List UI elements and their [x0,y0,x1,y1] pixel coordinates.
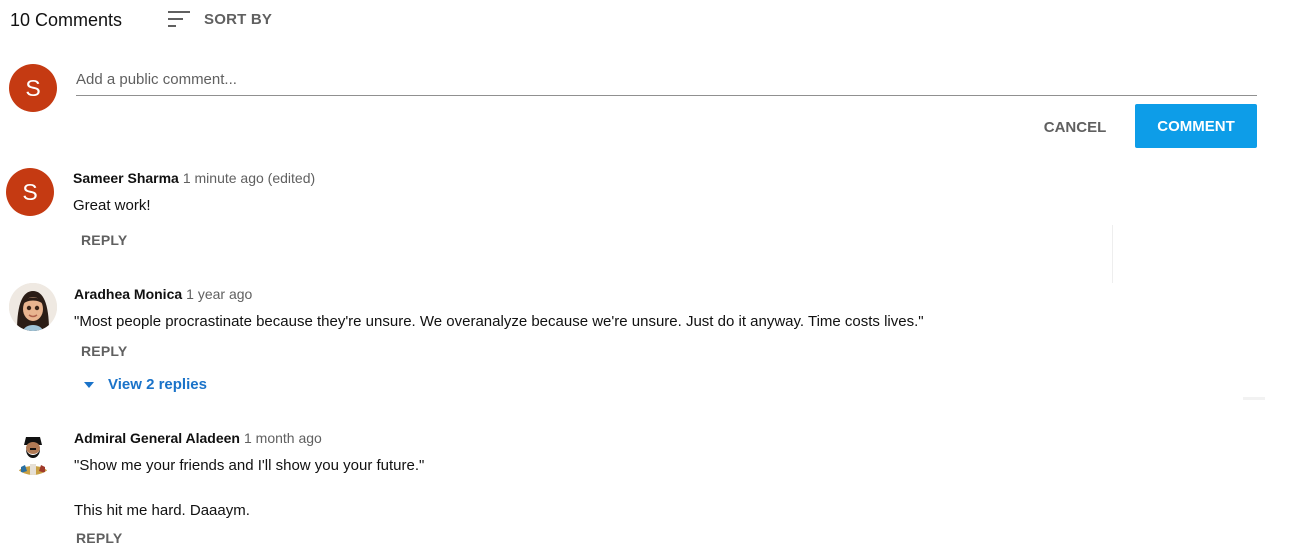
comment-header: Admiral General Aladeen 1 month ago [74,430,322,448]
comment-timestamp[interactable]: 1 year ago [186,286,252,302]
comment-text: "Most people procrastinate because they'… [74,313,924,330]
comment-input[interactable] [76,64,1257,96]
comment-timestamp[interactable]: 1 minute ago (edited) [183,170,315,186]
sort-by-button[interactable]: SORT BY [166,9,272,29]
reply-button[interactable]: REPLY [81,232,127,248]
cancel-button[interactable]: CANCEL [1030,106,1120,148]
comment-timestamp[interactable]: 1 month ago [244,430,322,446]
avatar: S [6,168,54,216]
divider [1112,225,1113,283]
sort-by-label: SORT BY [204,10,273,28]
comment-author[interactable]: Sameer Sharma [73,170,179,186]
sort-icon [166,9,190,29]
view-replies-label: View 2 replies [108,376,207,393]
divider [1243,397,1265,400]
comment-text: Great work! [73,197,151,214]
avatar [9,427,57,475]
avatar [9,283,57,331]
comment-text: This hit me hard. Daaaym. [74,502,250,519]
chevron-down-icon [84,381,94,388]
avatar: S [9,64,57,112]
comment-header: Aradhea Monica 1 year ago [74,286,252,304]
comment-count: 10 Comments [10,10,123,30]
comment-button[interactable]: COMMENT [1135,104,1257,148]
reply-button[interactable]: REPLY [81,343,127,359]
view-replies-button[interactable]: View 2 replies [84,376,207,393]
comment-text: "Show me your friends and I'll show you … [74,457,425,474]
comment-author[interactable]: Admiral General Aladeen [74,430,240,446]
comment-header: Sameer Sharma 1 minute ago (edited) [73,170,315,188]
reply-button[interactable]: REPLY [76,530,122,546]
comment-author[interactable]: Aradhea Monica [74,286,182,302]
